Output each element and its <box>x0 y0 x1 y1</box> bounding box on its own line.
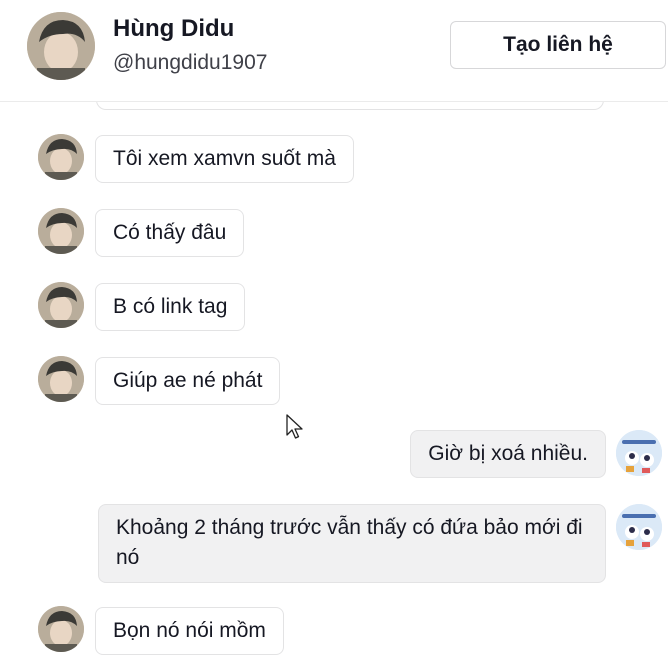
sender-avatar[interactable] <box>38 134 84 180</box>
contact-username: @hungdidu1907 <box>113 51 268 74</box>
message-bubble[interactable]: Giờ bị xoá nhiều. <box>410 430 606 478</box>
sender-avatar[interactable] <box>38 282 84 328</box>
own-avatar[interactable] <box>616 430 662 476</box>
profile-avatar[interactable] <box>27 12 95 80</box>
profile-photo-icon <box>38 606 84 652</box>
contact-name: Hùng Didu <box>113 15 235 42</box>
message-bubble[interactable]: B có link tag <box>95 283 246 331</box>
mouse-pointer-icon <box>286 414 303 439</box>
sender-avatar[interactable] <box>38 208 84 254</box>
profile-photo-icon <box>27 12 95 80</box>
message-bubble[interactable]: Khoảng 2 tháng trước vẫn thấy có đứa bảo… <box>98 504 606 583</box>
cartoon-avatar-icon <box>616 504 662 550</box>
profile-photo-icon <box>38 282 84 328</box>
message-bubble[interactable]: Giúp ae né phát <box>95 357 281 405</box>
cartoon-avatar-icon <box>616 430 662 476</box>
own-avatar[interactable] <box>616 504 662 550</box>
sender-avatar[interactable] <box>38 606 84 652</box>
profile-photo-icon <box>38 356 84 402</box>
message-bubble[interactable]: Tôi xem xamvn suốt mà <box>95 135 354 183</box>
profile-photo-icon <box>38 134 84 180</box>
chat-header: Hùng Didu @hungdidu1907 Tạo liên hệ <box>0 0 668 102</box>
message-bubble[interactable]: Bọn nó nói mồm <box>95 607 284 655</box>
profile-photo-icon <box>38 208 84 254</box>
sender-avatar[interactable] <box>38 356 84 402</box>
create-contact-button[interactable]: Tạo liên hệ <box>450 21 666 69</box>
message-bubble[interactable]: Có thấy đâu <box>95 209 245 257</box>
